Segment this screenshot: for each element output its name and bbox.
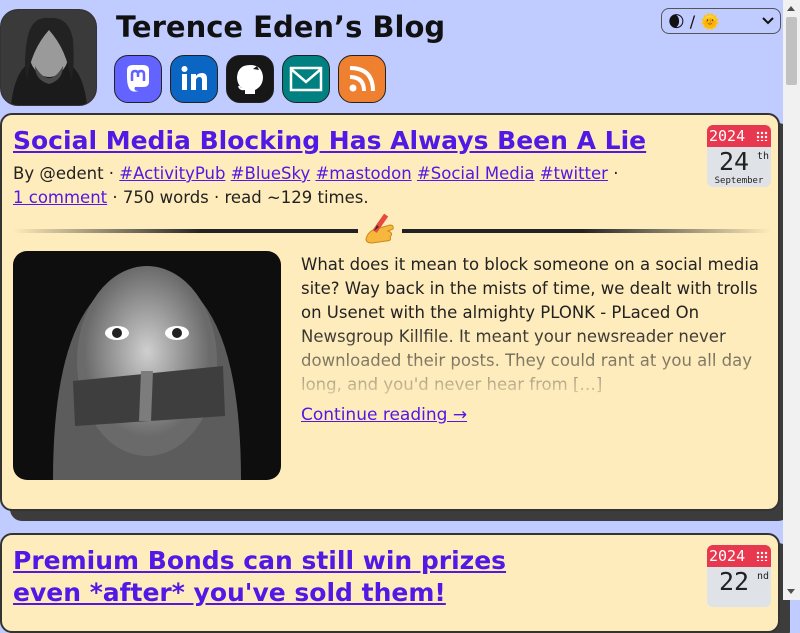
post-date-calendar: 2024 24 th September [707, 125, 771, 187]
theme-select-value: 🌒 / 🌞 [668, 11, 721, 31]
tag-link[interactable]: #ActivityPub [119, 164, 225, 183]
calendar-year: 2024 [707, 545, 771, 567]
writing-hand-icon [358, 211, 402, 247]
calendar-year: 2024 [707, 125, 771, 147]
tag-link[interactable]: #mastodon [315, 164, 411, 183]
post-excerpt: What does it mean to block someone on a … [301, 253, 777, 397]
calendar-day-suffix: th [757, 151, 770, 162]
social-links [114, 55, 386, 103]
post-featured-image[interactable] [13, 251, 281, 480]
comments-link[interactable]: 1 comment [13, 188, 107, 207]
scroll-down-arrow-icon[interactable] [787, 589, 795, 594]
calendar-day: 22 [719, 567, 750, 596]
calendar-icon [756, 131, 768, 141]
post-stats: 1 comment · 750 words · read ~129 times. [13, 186, 369, 210]
site-title[interactable]: Terence Eden’s Blog [116, 10, 445, 44]
post-title-link[interactable]: Social Media Blocking Has Always Been A … [13, 125, 646, 157]
theme-select[interactable]: 🌒 / 🌞 [661, 8, 781, 34]
excerpt-fade [301, 325, 777, 397]
rss-icon[interactable] [338, 55, 386, 103]
tag-link[interactable]: #twitter [540, 164, 608, 183]
chevron-down-icon [762, 17, 774, 25]
author-avatar[interactable] [0, 9, 97, 106]
post-card: Social Media Blocking Has Always Been A … [0, 113, 780, 511]
scroll-up-arrow-icon[interactable] [787, 6, 795, 11]
tag-link[interactable]: #Social Media [417, 164, 535, 183]
mastodon-icon[interactable] [114, 55, 162, 103]
calendar-day: 24 [719, 147, 750, 176]
post-title-link[interactable]: Premium Bonds can still win prizes even … [13, 545, 533, 609]
github-icon[interactable] [226, 55, 274, 103]
linkedin-icon[interactable] [170, 55, 218, 103]
post-author: By @edent [13, 164, 104, 183]
vertical-scrollbar[interactable] [783, 0, 800, 600]
post-meta: By @edent · #ActivityPub #BlueSky #masto… [13, 164, 619, 183]
tag-link[interactable]: #BlueSky [231, 164, 311, 183]
calendar-icon [756, 551, 768, 561]
calendar-day-suffix: nd [757, 571, 770, 582]
email-icon[interactable] [282, 55, 330, 103]
continue-reading-link[interactable]: Continue reading → [301, 405, 467, 425]
post-card: Premium Bonds can still win prizes even … [0, 533, 780, 633]
post-word-count: · 750 words · read ~129 times. [112, 188, 369, 207]
post-date-calendar: 2024 22 nd [707, 545, 771, 607]
scrollbar-thumb[interactable] [786, 17, 797, 85]
calendar-month: September [714, 176, 764, 186]
